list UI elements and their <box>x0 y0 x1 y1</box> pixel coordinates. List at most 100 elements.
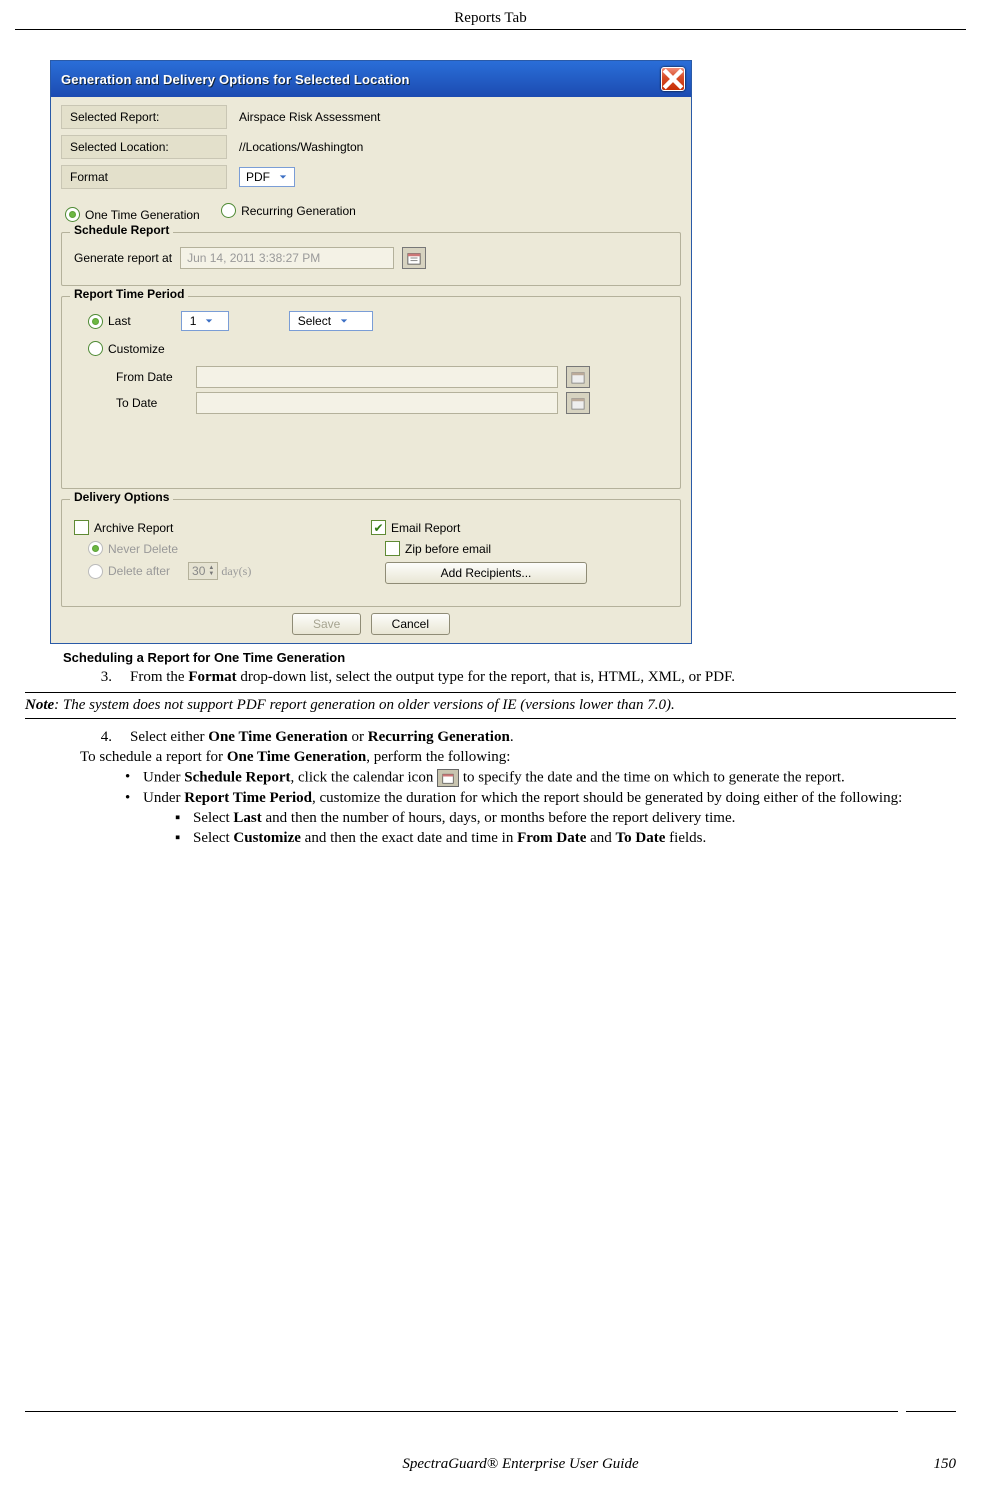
format-select[interactable]: PDF <box>239 167 295 187</box>
figure-caption: Scheduling a Report for One Time Generat… <box>63 650 966 665</box>
schedule-intro: To schedule a report for One Time Genera… <box>80 749 956 766</box>
footer-title: SpectraGuard® Enterprise User Guide <box>25 1456 896 1473</box>
square-bullet-icon: ▪ <box>175 810 193 827</box>
radio-never-delete: Never Delete <box>88 541 178 556</box>
bold: To Date <box>616 830 666 846</box>
email-report-checkbox[interactable]: Email Report <box>371 520 460 535</box>
sub-bullet-last: ▪ Select Last and then the number of hou… <box>175 810 956 827</box>
zip-before-checkbox[interactable]: Zip before email <box>385 541 491 556</box>
radio-one-time[interactable]: One Time Generation <box>65 207 200 222</box>
radio-delete-after: Delete after <box>88 564 170 579</box>
radio-customize-label: Customize <box>108 342 165 356</box>
header-title: Reports Tab <box>454 10 526 26</box>
text: From the <box>130 669 188 685</box>
email-report-label: Email Report <box>391 521 460 535</box>
bold: Format <box>188 669 236 685</box>
text: , customize the duration for which the r… <box>312 790 902 806</box>
text: and then the number of hours, days, or m… <box>262 810 736 826</box>
step-3: 3. From the Format drop-down list, selec… <box>80 669 956 686</box>
bold: Schedule Report <box>184 769 290 785</box>
add-recipients-button[interactable]: Add Recipients... <box>385 562 587 584</box>
radio-one-time-label: One Time Generation <box>85 208 200 222</box>
schedule-report-fieldset: Schedule Report Generate report at Jun 1… <box>61 232 681 286</box>
delete-days-spinner: 30 ▲▼ <box>188 562 218 580</box>
selected-report-label: Selected Report: <box>61 105 227 129</box>
text: fields. <box>665 830 706 846</box>
page-footer: SpectraGuard® Enterprise User Guide 150 <box>25 1453 956 1473</box>
radio-last[interactable]: Last <box>88 314 131 329</box>
radio-icon <box>88 541 103 556</box>
selected-location-label: Selected Location: <box>61 135 227 159</box>
zip-before-label: Zip before email <box>405 542 491 556</box>
last-unit-value: Select <box>298 314 331 328</box>
text: Select <box>193 810 233 826</box>
text: Under <box>143 790 184 806</box>
save-button[interactable]: Save <box>292 613 361 635</box>
titlebar: Generation and Delivery Options for Sele… <box>51 61 691 97</box>
text: drop-down list, select the output type f… <box>237 669 735 685</box>
radio-icon <box>88 341 103 356</box>
bold: From Date <box>517 830 586 846</box>
calendar-icon <box>571 370 585 384</box>
chevron-down-icon <box>276 170 290 184</box>
close-button[interactable] <box>661 67 685 91</box>
format-value: PDF <box>246 170 270 184</box>
schedule-legend: Schedule Report <box>70 223 173 237</box>
bold: Recurring Generation <box>368 729 510 745</box>
from-date-label: From Date <box>116 370 196 384</box>
last-unit-select[interactable]: Select <box>289 311 373 331</box>
text: . <box>510 729 514 745</box>
radio-recurring-label: Recurring Generation <box>241 204 356 218</box>
chevron-down-icon <box>202 314 216 328</box>
calendar-icon <box>571 396 585 410</box>
cancel-button[interactable]: Cancel <box>371 613 450 635</box>
calendar-icon <box>407 251 421 265</box>
generate-at-label: Generate report at <box>74 251 172 265</box>
titlebar-text: Generation and Delivery Options for Sele… <box>61 72 410 87</box>
generate-at-input[interactable]: Jun 14, 2011 3:38:27 PM <box>180 247 394 269</box>
bullet-icon: • <box>125 769 143 787</box>
time-period-legend: Report Time Period <box>70 287 188 301</box>
note-block: Note: The system does not support PDF re… <box>25 692 956 719</box>
close-icon <box>662 68 684 90</box>
archive-report-checkbox[interactable]: Archive Report <box>74 520 173 535</box>
bold: Report Time Period <box>184 790 312 806</box>
step-number: 3. <box>80 669 112 686</box>
format-label: Format <box>61 165 227 189</box>
note-text: : The system does not support PDF report… <box>54 697 675 713</box>
delete-days-value: 30 <box>192 564 205 578</box>
radio-icon <box>88 564 103 579</box>
bold: One Time Generation <box>208 729 347 745</box>
last-number-select[interactable]: 1 <box>181 311 229 331</box>
delivery-legend: Delivery Options <box>70 490 173 504</box>
chevron-down-icon <box>337 314 351 328</box>
to-date-label: To Date <box>116 396 196 410</box>
text: and then the exact date and time in <box>301 830 517 846</box>
radio-icon <box>65 207 80 222</box>
step-number: 4. <box>80 729 112 746</box>
from-date-calendar-button[interactable] <box>566 366 590 388</box>
checkbox-icon <box>371 520 386 535</box>
note-label: Note <box>25 697 54 713</box>
bold: Last <box>233 810 261 826</box>
radio-recurring[interactable]: Recurring Generation <box>221 203 356 218</box>
add-recipients-label: Add Recipients... <box>441 566 532 580</box>
radio-last-label: Last <box>108 314 131 328</box>
calendar-icon <box>437 769 459 787</box>
delete-after-label: Delete after <box>108 564 170 578</box>
bold: Customize <box>233 830 301 846</box>
from-date-input[interactable] <box>196 366 558 388</box>
selected-location-value: //Locations/Washington <box>239 140 363 154</box>
square-bullet-icon: ▪ <box>175 830 193 847</box>
to-date-calendar-button[interactable] <box>566 392 590 414</box>
text: or <box>348 729 368 745</box>
selected-report-value: Airspace Risk Assessment <box>239 110 380 124</box>
delete-unit-label: day(s) <box>221 564 251 579</box>
archive-label: Archive Report <box>94 521 173 535</box>
text: to specify the date and the time on whic… <box>459 769 845 785</box>
radio-customize[interactable]: Customize <box>88 341 165 356</box>
sub-bullet-customize: ▪ Select Customize and then the exact da… <box>175 830 956 847</box>
to-date-input[interactable] <box>196 392 558 414</box>
calendar-button[interactable] <box>402 247 426 269</box>
text: Under <box>143 769 184 785</box>
